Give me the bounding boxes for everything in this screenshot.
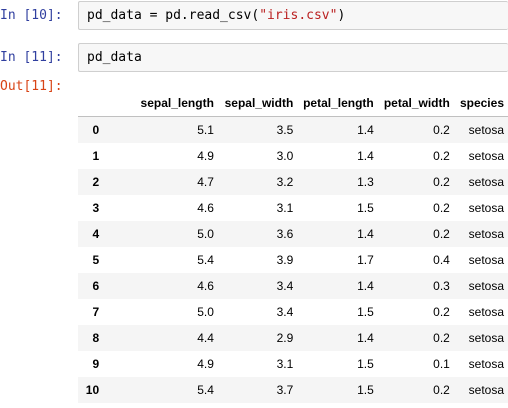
table-header-row: sepal_length sepal_width petal_length pe… [78, 90, 508, 117]
table-cell: 5.0 [197, 227, 214, 241]
table-cell: setosa [468, 383, 504, 397]
column-header: petal_length [297, 90, 378, 117]
output-prompt-11: Out[11]: [0, 79, 63, 94]
table-row: 10 5.4 3.7 1.5 0.2 setosa [78, 377, 508, 403]
index-header [78, 90, 120, 117]
table-row: 8 4.4 2.9 1.4 0.2 setosa [78, 325, 508, 351]
input-prompt-11: In [11]: [0, 50, 63, 65]
table-cell: 1.4 [357, 331, 374, 345]
table-cell: setosa [468, 149, 504, 163]
table-cell: 0.2 [433, 331, 450, 345]
table-cell: 1.4 [357, 279, 374, 293]
column-header: sepal_width [217, 90, 298, 117]
table-row: 3 4.6 3.1 1.5 0.2 setosa [78, 195, 508, 221]
column-header: sepal_length [119, 90, 218, 117]
table-row: 6 4.6 3.4 1.4 0.3 setosa [78, 273, 508, 299]
table-cell: 4.7 [197, 175, 214, 189]
table-cell: setosa [468, 357, 504, 371]
table-cell: setosa [468, 201, 504, 215]
row-index: 9 [92, 357, 100, 371]
table-cell: 1.5 [357, 357, 374, 371]
table-cell: 3.9 [276, 253, 294, 267]
table-cell: 0.2 [433, 149, 450, 163]
table-row: 7 5.0 3.4 1.5 0.2 setosa [78, 299, 508, 325]
column-header: petal_width [377, 90, 454, 117]
table-cell: 3.4 [276, 305, 294, 319]
table-cell: 3.2 [276, 175, 294, 189]
table-cell: 3.5 [276, 123, 294, 137]
table-cell: 1.5 [357, 383, 374, 397]
code-cell-input-11[interactable]: pd_data [78, 43, 508, 72]
code-string-literal: "iris.csv" [259, 8, 338, 23]
table-row: 0 5.1 3.5 1.4 0.2 setosa [78, 116, 508, 143]
table-cell: 4.9 [197, 149, 214, 163]
table-cell: 1.4 [357, 149, 374, 163]
table-cell: 0.3 [433, 279, 450, 293]
table-cell: setosa [468, 305, 504, 319]
table-row: 1 4.9 3.0 1.4 0.2 setosa [78, 143, 508, 169]
table-cell: 0.4 [433, 253, 450, 267]
table-cell: 1.4 [357, 123, 374, 137]
table-cell: setosa [468, 123, 504, 137]
table-cell: 1.5 [357, 201, 374, 215]
row-index: 3 [92, 201, 100, 215]
code-text: pd_data [87, 50, 142, 65]
table-cell: 4.4 [197, 331, 214, 345]
code-text: pd_data = pd.read_csv( [87, 8, 260, 23]
table-cell: 1.4 [357, 227, 374, 241]
table-cell: setosa [468, 227, 504, 241]
table-cell: setosa [468, 253, 504, 267]
table-row: 4 5.0 3.6 1.4 0.2 setosa [78, 221, 508, 247]
table-cell: setosa [468, 279, 504, 293]
table-row: 5 5.4 3.9 1.7 0.4 setosa [78, 247, 508, 273]
row-index: 2 [92, 175, 100, 189]
row-index: 5 [92, 253, 100, 267]
dataframe-table: sepal_length sepal_width petal_length pe… [78, 90, 508, 403]
row-index: 7 [92, 305, 100, 319]
table-cell: 3.6 [276, 227, 294, 241]
table-cell: 2.9 [276, 331, 294, 345]
table-cell: 0.2 [433, 175, 450, 189]
table-cell: 1.5 [357, 305, 374, 319]
table-cell: 5.4 [197, 383, 214, 397]
column-header: species [453, 90, 508, 117]
table-cell: setosa [468, 331, 504, 345]
table-cell: 0.2 [433, 227, 450, 241]
table-cell: 4.6 [197, 279, 214, 293]
row-index: 6 [92, 279, 100, 293]
table-cell: 3.1 [276, 201, 294, 215]
code-text-end: ) [337, 8, 346, 23]
table-cell: 5.1 [197, 123, 214, 137]
table-cell: setosa [468, 175, 504, 189]
table-cell: 4.6 [197, 201, 214, 215]
row-index: 8 [92, 331, 100, 345]
table-cell: 5.4 [197, 253, 214, 267]
row-index: 4 [92, 227, 100, 241]
table-cell: 3.4 [276, 279, 294, 293]
table-cell: 3.0 [276, 149, 294, 163]
input-prompt-10: In [10]: [0, 8, 63, 23]
table-cell: 3.1 [276, 357, 294, 371]
table-cell: 1.7 [357, 253, 374, 267]
table-cell: 4.9 [197, 357, 214, 371]
table-cell: 0.2 [433, 201, 450, 215]
row-index: 0 [92, 123, 100, 137]
row-index: 10 [85, 383, 100, 397]
code-cell-input-10[interactable]: pd_data = pd.read_csv("iris.csv") [78, 1, 508, 30]
table-row: 9 4.9 3.1 1.5 0.1 setosa [78, 351, 508, 377]
table-row: 2 4.7 3.2 1.3 0.2 setosa [78, 169, 508, 195]
table-cell: 3.7 [276, 383, 294, 397]
table-cell: 0.1 [433, 357, 450, 371]
table-cell: 0.2 [433, 305, 450, 319]
row-index: 1 [92, 149, 100, 163]
table-cell: 5.0 [197, 305, 214, 319]
table-cell: 0.2 [433, 123, 450, 137]
table-cell: 0.2 [433, 383, 450, 397]
table-cell: 1.3 [357, 175, 374, 189]
